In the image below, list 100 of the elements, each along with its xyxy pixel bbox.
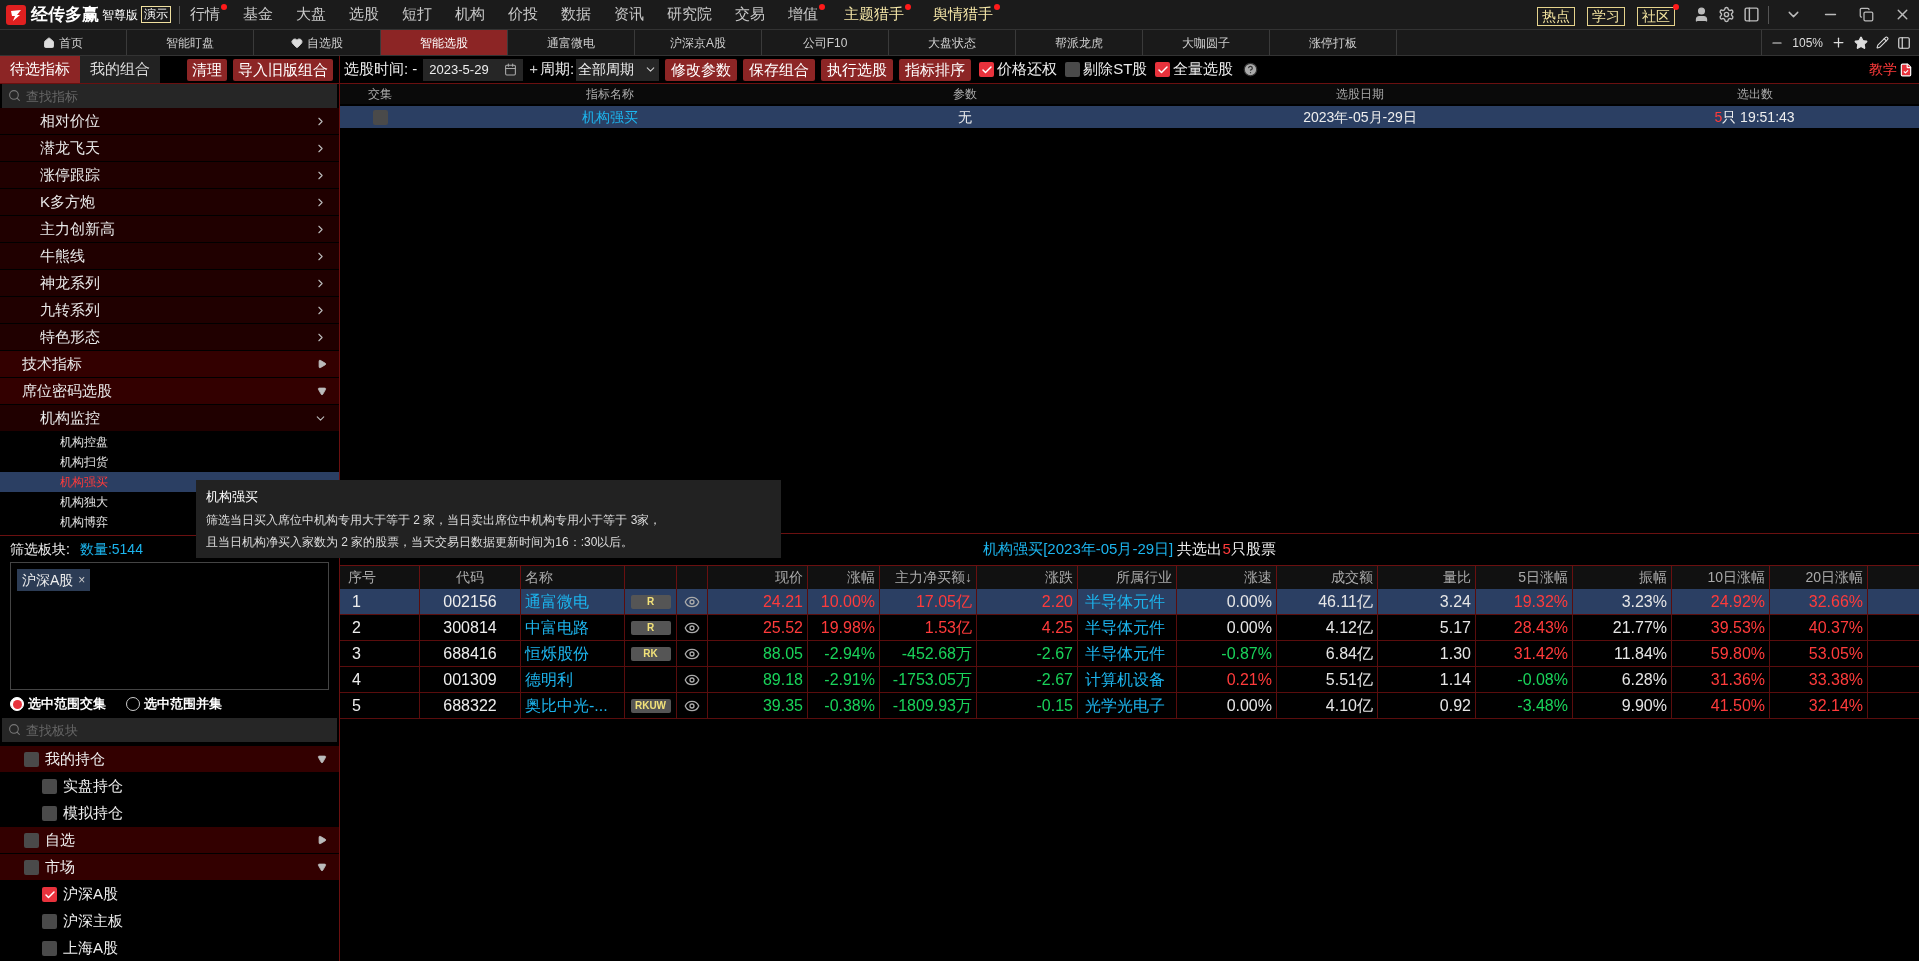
checkbox[interactable] (24, 751, 39, 767)
menu-item[interactable]: 主题猎手 (844, 3, 911, 26)
tab[interactable]: 大咖圆子 (1143, 30, 1270, 55)
stock-name[interactable]: 德明利 (521, 667, 625, 692)
toolbar-button[interactable]: 修改参数 (665, 58, 738, 81)
collapse-triangle-icon[interactable] (317, 754, 327, 764)
tree-item[interactable]: 牛熊线 (0, 243, 339, 270)
calendar-icon[interactable] (504, 63, 518, 76)
collapse-triangle-icon[interactable] (317, 862, 327, 872)
board-item[interactable]: 沪深A股 (63, 883, 118, 906)
toolbar-button[interactable]: 保存组合 (743, 58, 816, 81)
menu-item[interactable]: 大盘 (296, 3, 333, 26)
option-label[interactable]: 价格还权 (997, 58, 1058, 81)
remove-tag-button[interactable]: × (78, 571, 86, 589)
checkbox[interactable] (42, 941, 57, 956)
menu-item[interactable]: 资讯 (614, 3, 651, 26)
table-row[interactable]: 机构强买 无 2023年-05月-29日 5只 19:51:43 (340, 106, 1919, 128)
expand-triangle-icon[interactable] (317, 359, 327, 369)
panel-icon[interactable] (1897, 35, 1911, 50)
tree-item[interactable]: 神龙系列 (0, 270, 339, 297)
menu-item[interactable]: 短打 (402, 3, 439, 26)
tree-item[interactable]: 潜龙飞天 (0, 135, 339, 162)
board-item[interactable]: 上海A股 (63, 937, 118, 960)
radio-label[interactable]: 选中范围并集 (144, 694, 222, 714)
checkbox[interactable] (24, 859, 39, 875)
stock-row[interactable]: 4 001309 德明利 89.18 -2.91% -1753.05万 -2.67 计算机设备 0.21% 5.51亿 1.14 -0.08% 6.28% 31.36% 33.38% (340, 667, 1919, 693)
tab[interactable]: 首页 (0, 30, 127, 55)
board-item[interactable]: 实盘持仓 (63, 775, 123, 798)
checkbox[interactable] (42, 914, 57, 929)
tree-item[interactable]: 涨停跟踪 (0, 162, 339, 189)
action-button[interactable]: 清理 (187, 58, 227, 81)
action-button[interactable]: 导入旧版组合 (233, 58, 333, 81)
tab[interactable]: 通富微电 (508, 30, 635, 55)
menu-item[interactable]: 机构 (455, 3, 492, 26)
board-item[interactable]: 模拟持仓 (63, 802, 123, 825)
help-icon[interactable] (1243, 62, 1259, 77)
board-item[interactable]: 沪深主板 (63, 910, 123, 933)
indicator-item[interactable]: 机构控盘 (0, 432, 339, 452)
tree-item[interactable]: 主力创新高 (0, 216, 339, 243)
option-label[interactable]: 全量选股 (1173, 58, 1234, 81)
tree-item[interactable]: K多方炮 (0, 189, 339, 216)
checkbox[interactable] (1155, 62, 1171, 77)
panel-tab[interactable]: 我的组合 (80, 56, 160, 83)
menu-item[interactable]: 行情 (190, 3, 227, 26)
settings-icon[interactable] (1718, 6, 1735, 23)
tree-item[interactable]: 机构监控 (0, 405, 339, 432)
checkbox[interactable] (979, 62, 995, 77)
checkbox[interactable] (372, 109, 388, 125)
stock-name[interactable]: 恒烁股份 (521, 641, 625, 666)
tree-item[interactable]: 九转系列 (0, 297, 339, 324)
stock-name[interactable]: 通富微电 (521, 589, 625, 614)
zoom-in-icon[interactable] (1831, 35, 1846, 50)
checkbox[interactable] (42, 779, 57, 794)
tutorial-link[interactable]: 教学 (1869, 59, 1897, 80)
toolbar-button[interactable]: 指标排序 (899, 58, 972, 81)
stock-row[interactable]: 1 002156 通富微电 R 24.21 10.00% 17.05亿 2.20 半导体元件 0.00% 46.11亿 3.24 19.32% 3.23% 24.92% 32.66% (340, 589, 1919, 615)
industry-link[interactable]: 半导体元件 (1085, 618, 1165, 637)
radio-label[interactable]: 选中范围交集 (28, 694, 106, 714)
tab[interactable]: 涨停打板 (1270, 30, 1397, 55)
board-group[interactable]: 市场 (0, 854, 339, 881)
stock-row[interactable]: 5 688322 奥比中光-... RKUW 39.35 -0.38% -1809.93万 -0.15 光学光电子 0.00% 4.10亿 0.92 -3.48% 9.90% 41.50% 32.14% (340, 693, 1919, 719)
tab[interactable]: 帮派龙虎 (1016, 30, 1143, 55)
menu-item[interactable]: 研究院 (667, 3, 719, 26)
stock-name[interactable]: 中富电路 (521, 615, 625, 640)
tree-item[interactable]: 特色形态 (0, 324, 339, 351)
menu-item[interactable]: 选股 (349, 3, 386, 26)
checkbox[interactable] (24, 832, 39, 848)
tab[interactable]: 智能盯盘 (127, 30, 254, 55)
industry-link[interactable]: 半导体元件 (1085, 644, 1165, 663)
board-group[interactable]: 我的持仓 (0, 746, 339, 773)
notebook-icon[interactable] (1899, 62, 1913, 77)
tab[interactable]: 大盘状态 (889, 30, 1016, 55)
period-dropdown[interactable]: 全部周期 (576, 58, 660, 81)
industry-link[interactable]: 计算机设备 (1085, 670, 1165, 689)
menu-item[interactable]: 交易 (735, 3, 772, 26)
date-field[interactable]: 2023-5-29 (423, 58, 524, 81)
option-label[interactable]: 剔除ST股 (1083, 58, 1148, 81)
board-group[interactable]: 自选 (0, 827, 339, 854)
menu-item[interactable]: 价投 (508, 3, 545, 26)
collapse-triangle-icon[interactable] (317, 386, 327, 396)
quick-link[interactable]: 学习 (1587, 6, 1625, 26)
industry-link[interactable]: 光学光电子 (1085, 696, 1165, 715)
stock-name[interactable]: 奥比中光-... (521, 693, 625, 718)
pencil-icon[interactable] (1876, 36, 1889, 49)
quick-link[interactable]: 热点 (1537, 6, 1575, 26)
window-layout-icon[interactable] (1743, 6, 1760, 23)
tree-item[interactable]: 相对价位 (0, 108, 339, 135)
tab[interactable]: 公司F10 (762, 30, 889, 55)
user-icon[interactable] (1693, 6, 1710, 23)
indicator-item[interactable]: 机构扫货 (0, 452, 339, 472)
menu-item[interactable]: 基金 (243, 3, 280, 26)
industry-link[interactable]: 半导体元件 (1085, 592, 1165, 611)
expand-triangle-icon[interactable] (317, 835, 327, 845)
checkbox[interactable] (42, 887, 57, 902)
toolbar-button[interactable]: 执行选股 (821, 58, 894, 81)
panel-tab[interactable]: 待选指标 (0, 56, 80, 83)
stock-row[interactable]: 3 688416 恒烁股份 RK 88.05 -2.94% -452.68万 -2.67 半导体元件 -0.87% 6.84亿 1.30 31.42% 11.84% 59.80% 53.05% (340, 641, 1919, 667)
tab[interactable]: 智能选股 (381, 30, 508, 55)
tab[interactable]: 沪深京A股 (635, 30, 762, 55)
menu-item[interactable]: 数据 (561, 3, 598, 26)
